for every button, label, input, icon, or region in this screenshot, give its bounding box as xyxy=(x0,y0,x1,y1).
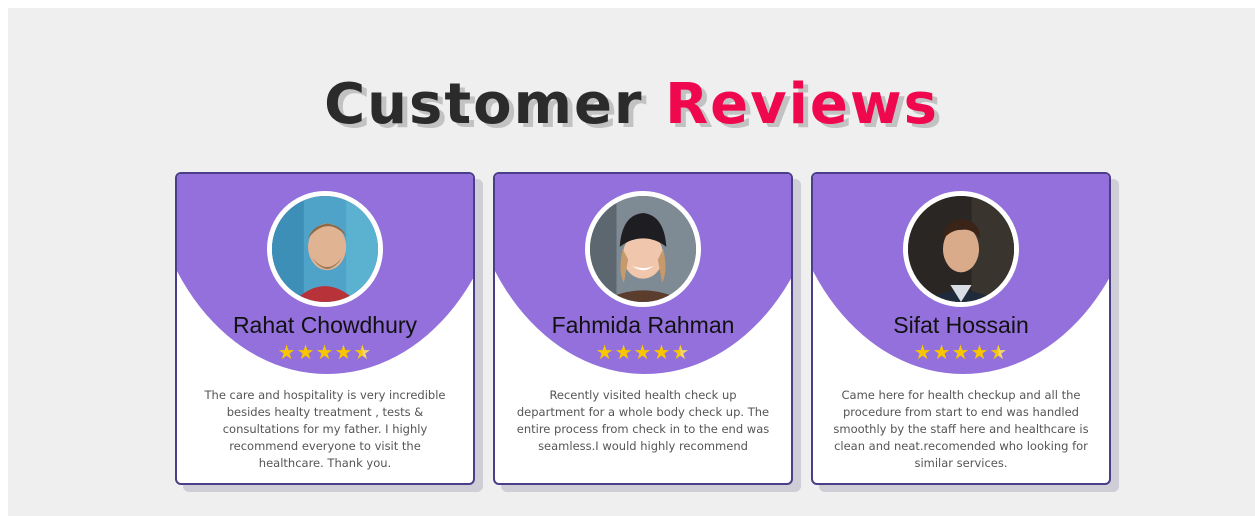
review-card-sifat: Sifat Hossain ★★★★★ Came here for health… xyxy=(811,172,1111,485)
star-icon: ★ xyxy=(334,342,354,364)
review-card-fahmida: Fahmida Rahman ★★★★★ Recently visited he… xyxy=(493,172,793,485)
star-icon: ★ xyxy=(614,342,634,364)
rating-stars: ★★★★★ xyxy=(813,342,1109,364)
review-text: Recently visited health check up departm… xyxy=(516,388,770,453)
reviewer-name: Sifat Hossain xyxy=(893,312,1029,338)
title-part-customer: Customer xyxy=(324,72,644,137)
star-icon: ★ xyxy=(595,342,615,364)
star-icon: ★ xyxy=(277,342,297,364)
review-text: The care and hospitality is very incredi… xyxy=(204,388,446,470)
star-icon: ★ xyxy=(913,342,933,364)
star-icon: ★ xyxy=(932,342,952,364)
reviewer-name: Rahat Chowdhury xyxy=(232,312,418,338)
star-icon: ★ xyxy=(951,342,971,364)
rating-stars: ★★★★★ xyxy=(495,342,791,364)
half-star-icon: ★ xyxy=(989,342,1009,364)
star-icon: ★ xyxy=(315,342,335,364)
star-icon: ★ xyxy=(633,342,653,364)
review-text: Came here for health checkup and all the… xyxy=(833,388,1089,470)
half-star-icon: ★ xyxy=(671,342,691,364)
avatar-sifat xyxy=(903,191,1019,307)
star-icon: ★ xyxy=(652,342,672,364)
rating-stars: ★★★★★ xyxy=(177,342,473,364)
reviewer-name: Fahmida Rahman xyxy=(551,312,735,338)
page-title: Customer Reviews xyxy=(8,72,1255,137)
reviews-section: Customer Reviews Rahat Chowdhury ★★★★★ T… xyxy=(8,8,1255,516)
avatar-photo xyxy=(272,196,378,302)
avatar-fahmida xyxy=(585,191,701,307)
star-icon: ★ xyxy=(296,342,316,364)
avatar-rahat xyxy=(267,191,383,307)
half-star-icon: ★ xyxy=(353,342,373,364)
star-icon: ★ xyxy=(970,342,990,364)
avatar-photo xyxy=(590,196,696,302)
title-part-reviews: Reviews xyxy=(665,72,939,137)
review-cards: Rahat Chowdhury ★★★★★ The care and hospi… xyxy=(175,172,1111,492)
avatar-photo xyxy=(908,196,1014,302)
review-card-rahat: Rahat Chowdhury ★★★★★ The care and hospi… xyxy=(175,172,475,485)
